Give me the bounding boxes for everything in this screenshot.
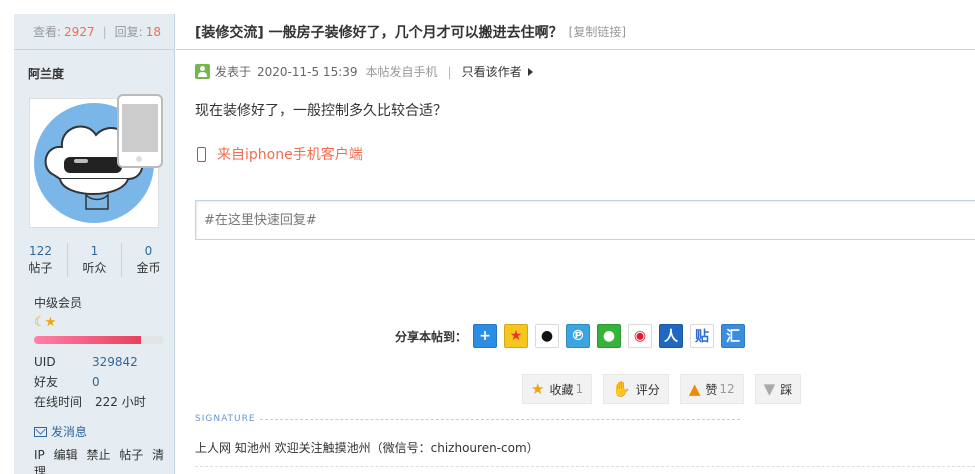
post-body: [装修交流] 一般房子装修好了，几个月才可以搬进去住啊？ [复制链接] 发表于 … — [176, 14, 975, 474]
admin-link-ip[interactable]: IP — [34, 448, 45, 462]
sina-weibo-icon[interactable]: ◉ — [628, 324, 653, 348]
thumb-icon: ✋ — [612, 380, 631, 398]
apple-icon — [122, 104, 158, 152]
uid-value[interactable]: 329842 — [92, 352, 138, 372]
quick-reply-box[interactable] — [195, 200, 975, 240]
rate-button[interactable]: ✋ 评分 — [603, 374, 669, 404]
moon-icon: ☾ — [34, 315, 46, 330]
signature-text: 上人网 知池州 欢迎关注触摸池州（微信号：chizhouren-com） — [195, 441, 539, 455]
tencent-weibo-icon[interactable]: ℗ — [566, 324, 591, 348]
friends-value[interactable]: 0 — [92, 372, 100, 392]
qzone-icon[interactable]: ★ — [504, 324, 529, 348]
author-info: UID 329842 好友 0 在线时间 222 小时 — [34, 352, 174, 412]
baidu-tieba-icon[interactable]: 贴 — [690, 324, 715, 348]
post-content: 现在装修好了，一般控制多久比较合适？ — [195, 103, 447, 119]
medals: ☾★ — [34, 315, 57, 330]
post-title-row: [装修交流] 一般房子装修好了，几个月才可以搬进去住啊？ [复制链接] — [176, 14, 975, 50]
count-posts[interactable]: 122 帖子 — [14, 243, 68, 277]
admin-links: IP 编辑 禁止 帖子 清理 — [34, 446, 174, 474]
mobile-device-badge — [117, 94, 163, 168]
star-icon: ★ — [44, 315, 57, 330]
mobile-note: 本帖发自手机 — [365, 65, 438, 79]
user-online-icon — [195, 64, 210, 79]
replies-label: 回复: — [114, 25, 143, 39]
netease-icon[interactable]: 汇 — [721, 324, 746, 348]
signature-divider — [260, 419, 740, 420]
qq-icon[interactable]: ● — [535, 324, 560, 348]
admin-link-posts[interactable]: 帖子 — [119, 448, 143, 462]
arrow-down-icon: ▼ — [763, 380, 776, 398]
plus-icon[interactable]: + — [473, 324, 498, 348]
count-followers[interactable]: 1 听众 — [68, 243, 122, 277]
views-count: 2927 — [64, 24, 95, 39]
credit-progress-fill — [34, 336, 141, 344]
post-bottom-divider — [195, 466, 975, 467]
favorite-button[interactable]: ★ 收藏 1 — [522, 374, 593, 404]
online-time-row: 在线时间 222 小时 — [34, 392, 174, 412]
views-label: 查看: — [33, 25, 62, 39]
uid-row: UID 329842 — [34, 352, 174, 372]
thread-stats: 查看: 2927 | 回复: 18 — [14, 14, 174, 50]
admin-link-edit[interactable]: 编辑 — [54, 448, 78, 462]
friends-row: 好友 0 — [34, 372, 174, 392]
replies-count: 18 — [145, 24, 161, 39]
like-button[interactable]: ▲ 赞 12 — [679, 374, 744, 404]
dislike-button[interactable]: ▼ 踩 — [754, 374, 802, 404]
only-author-link[interactable]: 只看该作者 — [462, 63, 522, 80]
author-name[interactable]: 阿兰度 — [28, 65, 64, 82]
meta-divider: | — [447, 64, 452, 79]
from-iphone-link[interactable]: 来自iphone手机客户端 — [197, 144, 363, 164]
wechat-icon[interactable]: ● — [597, 324, 622, 348]
post-meta: 发表于 2020-11-5 15:39 本帖发自手机 | 只看该作者 — [195, 63, 533, 80]
send-message-link[interactable]: 发消息 — [34, 423, 87, 440]
author-sidebar: 查看: 2927 | 回复: 18 阿兰度 122 帖子 1 听众 0 金币 中… — [14, 14, 175, 474]
share-bar: 分享本帖到： + ★ ● ℗ ● ◉ 人 贴 汇 — [395, 324, 752, 348]
posted-time: 2020-11-5 15:39 — [257, 64, 358, 79]
count-coins[interactable]: 0 金币 — [122, 243, 175, 277]
stats-divider: | — [102, 24, 107, 39]
arrow-up-icon: ▲ — [688, 380, 701, 398]
online-time-value: 222 小时 — [95, 395, 146, 409]
share-label: 分享本帖到： — [395, 329, 468, 344]
copy-link[interactable]: [复制链接] — [569, 23, 626, 40]
credit-progress-bar — [34, 336, 164, 344]
phone-icon — [197, 146, 206, 162]
post-actions: ★ 收藏 1 ✋ 评分 ▲ 赞 12 ▼ 踩 — [522, 374, 812, 404]
quick-reply-input[interactable] — [196, 201, 975, 239]
admin-link-ban[interactable]: 禁止 — [86, 448, 110, 462]
renren-icon[interactable]: 人 — [659, 324, 684, 348]
post-title: [装修交流] 一般房子装修好了，几个月才可以搬进去住啊？ — [195, 24, 563, 41]
envelope-icon — [34, 426, 47, 437]
star-icon: ★ — [531, 380, 545, 398]
posted-label: 发表于 — [215, 65, 252, 79]
author-counts: 122 帖子 1 听众 0 金币 — [14, 243, 175, 277]
triangle-right-icon — [527, 67, 533, 76]
user-group[interactable]: 中级会员 — [34, 294, 82, 311]
signature-label: SIGNATURE — [195, 414, 256, 424]
